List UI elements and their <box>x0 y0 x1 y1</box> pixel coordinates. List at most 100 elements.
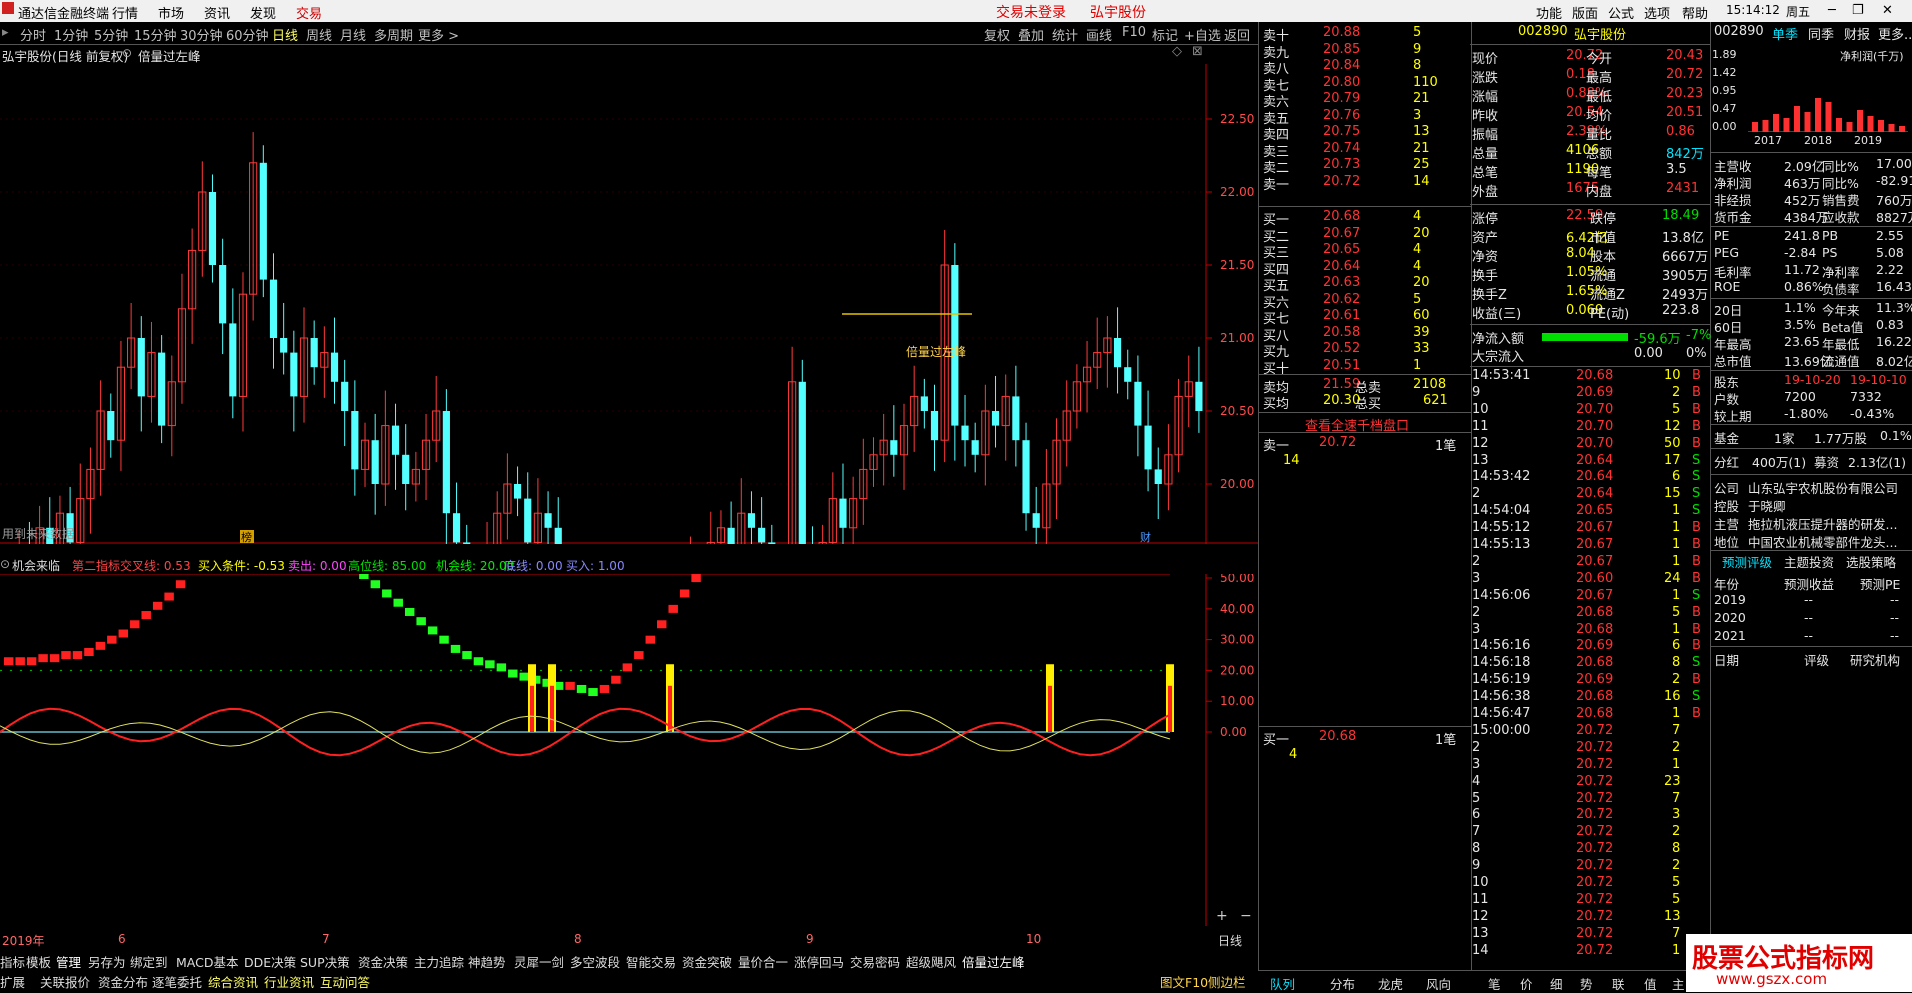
tab-indicator[interactable]: 指标 <box>0 952 25 971</box>
period-15min[interactable]: 15分钟 <box>134 25 177 44</box>
zoom-out-icon[interactable]: − <box>1240 908 1252 924</box>
tab-manage[interactable]: 管理 <box>56 952 81 971</box>
right-tab[interactable]: 龙虎 <box>1378 974 1403 993</box>
tab-macd[interactable]: MACD基本 <box>176 952 238 971</box>
period-daily[interactable]: 日线 <box>272 25 298 44</box>
tool-adjust[interactable]: 复权 <box>984 25 1010 44</box>
tab-price-volume[interactable]: 量价合一 <box>738 952 788 971</box>
tab-expand[interactable]: 扩展 <box>0 972 25 991</box>
right-tab[interactable]: 势 <box>1580 974 1593 993</box>
tab-order-detail[interactable]: 逐笔委托 <box>152 972 202 991</box>
zoom-in-icon[interactable]: + <box>1216 908 1228 924</box>
menu-quotes[interactable]: 行情 <box>112 3 138 22</box>
f10-forecast-eps: -- <box>1804 628 1814 643</box>
close-icon[interactable]: ✕ <box>1882 3 1893 18</box>
chart-settings-icon[interactable]: ◇ <box>1172 44 1182 59</box>
quote-value-2: 13.8亿 <box>1662 231 1704 246</box>
minimize-icon[interactable]: ─ <box>1828 3 1836 18</box>
menu-layout[interactable]: 版面 <box>1572 3 1598 22</box>
tool-add-favorite[interactable]: +自选 <box>1184 25 1221 44</box>
tab-trend[interactable]: 神趋势 <box>468 952 506 971</box>
right-tab[interactable]: 分布 <box>1330 974 1355 993</box>
tab-save-as[interactable]: 另存为 <box>88 952 126 971</box>
indicator-name[interactable]: 机会来临 <box>12 557 60 574</box>
tool-f10[interactable]: F10 <box>1122 25 1146 40</box>
menu-market[interactable]: 市场 <box>158 3 184 22</box>
f10-tab-report[interactable]: 财报 <box>1844 24 1870 43</box>
right-tab[interactable]: 细 <box>1550 974 1563 993</box>
tab-bind[interactable]: 绑定到 <box>130 952 168 971</box>
menu-trade[interactable]: 交易 <box>296 3 322 22</box>
period-5min[interactable]: 5分钟 <box>94 25 128 44</box>
menu-formula[interactable]: 公式 <box>1608 3 1634 22</box>
right-tab[interactable]: 价 <box>1520 974 1533 993</box>
restore-icon[interactable]: ❐ <box>1852 3 1864 18</box>
tab-double-volume[interactable]: 倍量过左峰 <box>962 952 1025 971</box>
tool-overlay[interactable]: 叠加 <box>1018 25 1044 44</box>
tool-stats[interactable]: 统计 <box>1052 25 1078 44</box>
falling-block <box>370 580 381 589</box>
period-monthly[interactable]: 月线 <box>340 25 366 44</box>
orderbook-row: 14 <box>1259 452 1471 471</box>
tool-draw[interactable]: 画线 <box>1086 25 1112 44</box>
f10-tab-forecast[interactable]: 预测评级 <box>1722 552 1772 571</box>
f10-tab-theme[interactable]: 主题投资 <box>1784 552 1834 571</box>
indicator-chart[interactable]: 80.0070.0060.0050.0040.0030.0020.0010.00… <box>0 574 1258 926</box>
tab-related-quotes[interactable]: 关联报价 <box>40 972 90 991</box>
tab-main-track[interactable]: 主力追踪 <box>414 952 464 971</box>
period-multi[interactable]: 多周期 <box>374 25 413 44</box>
indicator-icon[interactable]: ⊙ <box>0 557 10 571</box>
right-tab[interactable]: 联 <box>1612 974 1625 993</box>
tab-fund-decision[interactable]: 资金决策 <box>358 952 408 971</box>
tab-industry-news[interactable]: 行业资讯 <box>264 972 314 991</box>
tab-sword[interactable]: 灵犀一剑 <box>514 952 564 971</box>
menu-discover[interactable]: 发现 <box>250 3 276 22</box>
tab-news[interactable]: 综合资讯 <box>208 972 258 991</box>
period-30min[interactable]: 30分钟 <box>180 25 223 44</box>
tab-smart-trade[interactable]: 智能交易 <box>626 952 676 971</box>
netflow-bar <box>1542 333 1628 341</box>
tab-sidebar[interactable]: 侧边栏 <box>1208 972 1246 991</box>
f10-tab-same[interactable]: 同季 <box>1808 24 1834 43</box>
dropdown-icon[interactable]: ⊙ <box>122 46 132 60</box>
tab-fund-dist[interactable]: 资金分布 <box>98 972 148 991</box>
tab-sup[interactable]: SUP决策 <box>300 952 350 971</box>
tick-volume: 1 <box>1672 503 1681 519</box>
f10-tab-strategy[interactable]: 选股策略 <box>1846 552 1896 571</box>
tick-volume: 7 <box>1672 925 1681 941</box>
tab-hurricane[interactable]: 超级飓风 <box>906 952 956 971</box>
candlestick-chart[interactable]: 22.5022.0021.5021.0020.5020.0019.5019.00… <box>0 64 1258 544</box>
menu-function[interactable]: 功能 <box>1536 3 1562 22</box>
menu-news[interactable]: 资讯 <box>204 3 230 22</box>
period-indicator[interactable]: 日线 <box>1218 932 1242 949</box>
period-weekly[interactable]: 周线 <box>306 25 332 44</box>
period-intraday[interactable]: 分时 <box>20 25 46 44</box>
right-tab[interactable]: 队列 <box>1270 974 1295 993</box>
tool-mark[interactable]: 标记 <box>1152 25 1178 44</box>
tab-qa[interactable]: 互动问答 <box>320 972 370 991</box>
period-1min[interactable]: 1分钟 <box>54 25 88 44</box>
f10-tab-more[interactable]: 更多.. <box>1878 24 1912 43</box>
tab-band[interactable]: 多空波段 <box>570 952 620 971</box>
tool-back[interactable]: 返回 <box>1224 25 1250 44</box>
right-tab[interactable]: 笔 <box>1488 974 1501 993</box>
finance-badge[interactable]: 财 <box>1140 530 1151 544</box>
menu-options[interactable]: 选项 <box>1644 3 1670 22</box>
right-tab[interactable]: 主 <box>1672 974 1685 993</box>
tab-f10-graphic[interactable]: 图文F10 <box>1160 972 1208 991</box>
tab-limit-back[interactable]: 涨停回马 <box>794 952 844 971</box>
tab-template[interactable]: 模板 <box>26 952 51 971</box>
candle-down <box>920 396 928 411</box>
f10-dividend-label: 分红 <box>1714 455 1740 470</box>
menu-help[interactable]: 帮助 <box>1682 3 1708 22</box>
period-60min[interactable]: 60分钟 <box>226 25 269 44</box>
f10-tab-quarter[interactable]: 单季 <box>1772 24 1798 43</box>
tab-trade-code[interactable]: 交易密码 <box>850 952 900 971</box>
period-more[interactable]: 更多 > <box>418 25 459 44</box>
tab-fund-break[interactable]: 资金突破 <box>682 952 732 971</box>
chart-close-icon[interactable]: ⊠ <box>1192 44 1203 59</box>
tab-dde[interactable]: DDE决策 <box>244 952 296 971</box>
chart-formula-name[interactable]: 倍量过左峰 <box>138 46 201 65</box>
right-tab[interactable]: 值 <box>1644 974 1657 993</box>
right-tab[interactable]: 风向 <box>1426 974 1451 993</box>
